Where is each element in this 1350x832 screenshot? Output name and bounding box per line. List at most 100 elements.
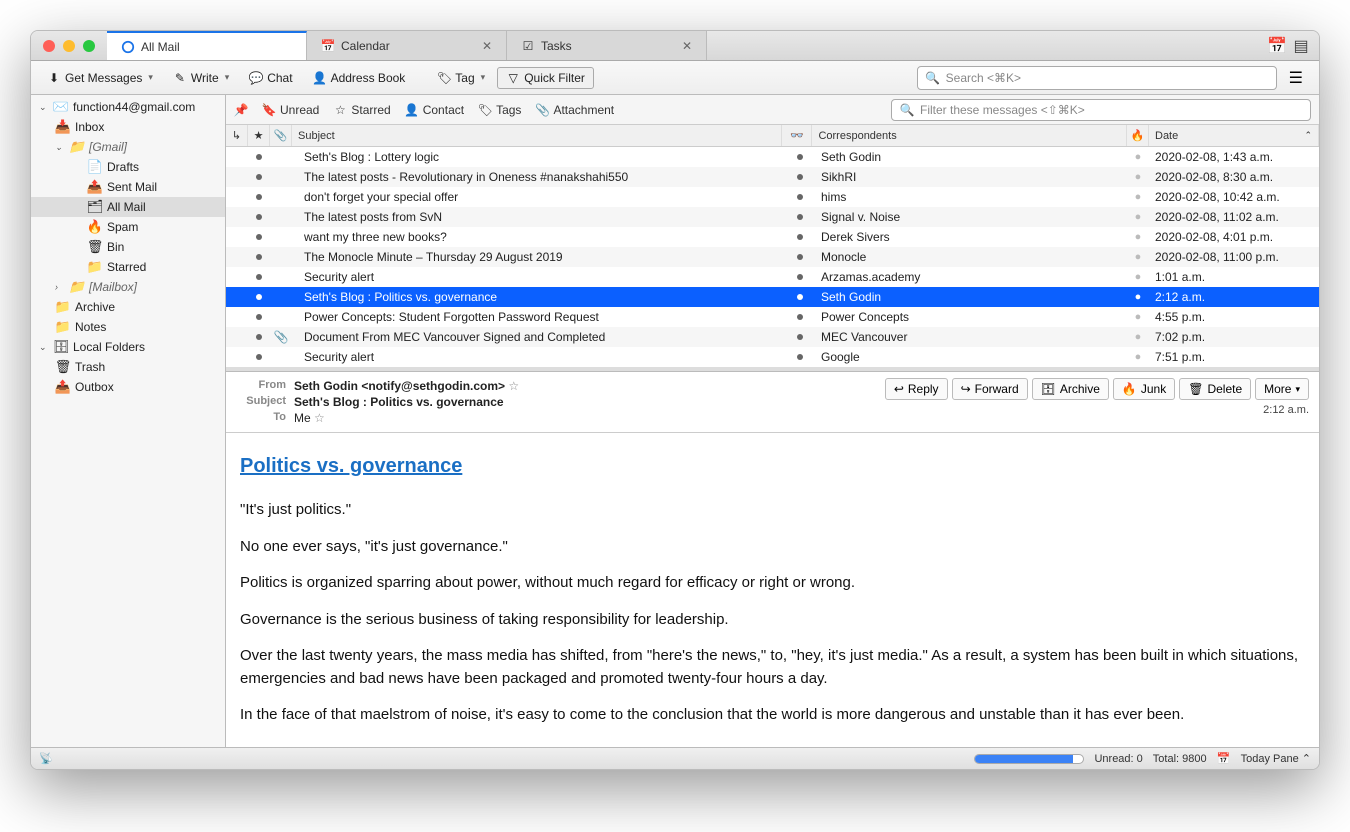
message-row[interactable]: 📎Document From MEC Vancouver Signed and … — [226, 327, 1319, 347]
read-column-header[interactable]: 👓 — [782, 125, 812, 146]
expand-icon: ⌄ — [55, 142, 65, 153]
pin-icon: 📌 — [234, 103, 248, 117]
unread-count: Unread: 0 — [1094, 753, 1142, 765]
archive-button[interactable]: 🗄Archive — [1032, 378, 1109, 400]
row-subject: Security alert — [292, 270, 785, 284]
folder-icon: 📁 — [69, 139, 85, 155]
star-icon[interactable]: ☆ — [508, 379, 519, 393]
minimize-window-button[interactable] — [63, 40, 75, 52]
close-window-button[interactable] — [43, 40, 55, 52]
folder-all-mail[interactable]: 🗂 All Mail — [31, 197, 225, 217]
star-icon[interactable]: ☆ — [314, 411, 325, 425]
more-button[interactable]: More▾ — [1255, 378, 1309, 400]
folder-starred[interactable]: 📁 Starred — [31, 257, 225, 277]
folder-gmail[interactable]: ⌄ 📁 [Gmail] — [31, 137, 225, 157]
account-node[interactable]: ⌄ ✉️ function44@gmail.com — [31, 97, 225, 117]
message-row[interactable]: Power Concepts: Student Forgotten Passwo… — [226, 307, 1319, 327]
message-row[interactable]: Security alertArzamas.academy●1:01 a.m. — [226, 267, 1319, 287]
calendar-icon: 📅 — [321, 39, 335, 53]
message-row[interactable]: don't forget your special offerhims●2020… — [226, 187, 1319, 207]
global-search-input[interactable]: 🔍 Search <⌘K> — [917, 66, 1277, 90]
to-label: To — [236, 411, 286, 425]
tab-calendar[interactable]: 📅 Calendar ✕ — [307, 31, 507, 60]
row-read-dot — [785, 254, 815, 260]
tag-button[interactable]: 🏷 Tag ▾ — [429, 68, 493, 88]
main-toolbar: ⬇ Get Messages ▾ ✎ Write ▾ 💬 Chat 👤 Addr… — [31, 61, 1319, 95]
reply-button[interactable]: ↩Reply — [885, 378, 948, 400]
message-row[interactable]: Seth's Blog : Politics vs. governanceSet… — [226, 287, 1319, 307]
folder-inbox[interactable]: 📥 Inbox — [31, 117, 225, 137]
calendar-shortcut-icon[interactable]: 📅 — [1269, 38, 1285, 54]
folder-spam[interactable]: 🔥 Spam — [31, 217, 225, 237]
today-pane-button[interactable]: Today Pane ⌃ — [1241, 752, 1311, 765]
folder-bin[interactable]: 🗑 Bin — [31, 237, 225, 257]
calendar-badge-icon[interactable]: 📅 — [1217, 752, 1231, 766]
attachment-column-header[interactable]: 📎 — [270, 125, 292, 146]
local-folders-node[interactable]: ⌄ 🗄 Local Folders — [31, 337, 225, 357]
close-icon[interactable]: ✕ — [682, 39, 692, 53]
message-reader: From Seth Godin <notify@sethgodin.com> ☆… — [226, 371, 1319, 747]
filter-starred-button[interactable]: ☆Starred — [333, 103, 390, 117]
junk-button[interactable]: 🔥Junk — [1113, 378, 1175, 400]
date-column-header[interactable]: Date⌃ — [1149, 125, 1319, 146]
star-column-header[interactable]: ★ — [248, 125, 270, 146]
message-row[interactable]: want my three new books?Derek Sivers●202… — [226, 227, 1319, 247]
filter-unread-button[interactable]: 🔖Unread — [262, 103, 319, 117]
tab-all-mail[interactable]: All Mail — [107, 31, 307, 60]
app-menu-button[interactable]: ☰ — [1281, 64, 1311, 92]
message-title-link[interactable]: Politics vs. governance — [240, 451, 1305, 481]
row-read-dot — [248, 354, 270, 360]
message-row[interactable]: Seth's Blog : Lottery logicSeth Godin●20… — [226, 147, 1319, 167]
quick-filter-button[interactable]: ▽ Quick Filter — [497, 67, 594, 89]
row-read-dot — [248, 234, 270, 240]
folder-outbox[interactable]: 📤 Outbox — [31, 377, 225, 397]
row-read-dot — [248, 314, 270, 320]
tree-label: Notes — [75, 320, 106, 334]
delete-button[interactable]: 🗑Delete — [1179, 378, 1251, 400]
contact-icon: 👤 — [405, 103, 419, 117]
message-row[interactable]: The Monocle Minute – Thursday 29 August … — [226, 247, 1319, 267]
tasks-shortcut-icon[interactable]: ▤ — [1293, 38, 1309, 54]
folder-sent[interactable]: 📤 Sent Mail — [31, 177, 225, 197]
search-placeholder: Search <⌘K> — [946, 71, 1021, 85]
chat-button[interactable]: 💬 Chat — [241, 68, 300, 88]
folder-icon: 📁 — [87, 259, 103, 275]
expand-icon: ⌄ — [39, 102, 49, 113]
tab-tasks[interactable]: ☑ Tasks ✕ — [507, 31, 707, 60]
titlebar: All Mail 📅 Calendar ✕ ☑ Tasks ✕ 📅 ▤ — [31, 31, 1319, 61]
filter-messages-input[interactable]: 🔍 Filter these messages <⇧⌘K> — [891, 99, 1311, 121]
quick-filter-bar: 📌 🔖Unread ☆Starred 👤Contact 🏷Tags 📎Attac… — [226, 95, 1319, 125]
tab-label: Calendar — [341, 39, 390, 53]
toolbar-label: Address Book — [331, 71, 406, 85]
subject-column-header[interactable]: Subject — [292, 125, 782, 146]
message-list[interactable]: Seth's Blog : Lottery logicSeth Godin●20… — [226, 147, 1319, 367]
pencil-icon: ✎ — [173, 71, 187, 85]
folder-notes[interactable]: 📁 Notes — [31, 317, 225, 337]
filter-contact-button[interactable]: 👤Contact — [405, 103, 464, 117]
message-row[interactable]: Security alertGoogle●7:51 p.m. — [226, 347, 1319, 367]
folder-mailbox[interactable]: › 📁 [Mailbox] — [31, 277, 225, 297]
message-row[interactable]: The latest posts - Revolutionary in Onen… — [226, 167, 1319, 187]
forward-button[interactable]: ↪Forward — [952, 378, 1028, 400]
message-paragraph: Politics is organized sparring about pow… — [240, 572, 1305, 595]
filter-pin-button[interactable]: 📌 — [234, 103, 248, 117]
get-messages-button[interactable]: ⬇ Get Messages ▾ — [39, 68, 161, 88]
row-subject: don't forget your special offer — [292, 190, 785, 204]
message-row[interactable]: The latest posts from SvNSignal v. Noise… — [226, 207, 1319, 227]
close-icon[interactable]: ✕ — [482, 39, 492, 53]
write-button[interactable]: ✎ Write ▾ — [165, 68, 237, 88]
folder-trash[interactable]: 🗑 Trash — [31, 357, 225, 377]
folder-archive[interactable]: 📁 Archive — [31, 297, 225, 317]
address-book-button[interactable]: 👤 Address Book — [305, 68, 414, 88]
thread-column-header[interactable]: ↳ — [226, 125, 248, 146]
mail-tab-icon — [121, 40, 135, 54]
main-area: ⌄ ✉️ function44@gmail.com 📥 Inbox ⌄ 📁 [G… — [31, 95, 1319, 747]
filter-tags-button[interactable]: 🏷Tags — [478, 103, 521, 117]
activity-icon[interactable]: 📡 — [39, 752, 53, 766]
folder-drafts[interactable]: 📄 Drafts — [31, 157, 225, 177]
junk-column-header[interactable]: 🔥 — [1127, 125, 1149, 146]
correspondents-column-header[interactable]: Correspondents — [812, 125, 1127, 146]
filter-attachment-button[interactable]: 📎Attachment — [535, 103, 614, 117]
maximize-window-button[interactable] — [83, 40, 95, 52]
toolbar-label: Chat — [267, 71, 292, 85]
